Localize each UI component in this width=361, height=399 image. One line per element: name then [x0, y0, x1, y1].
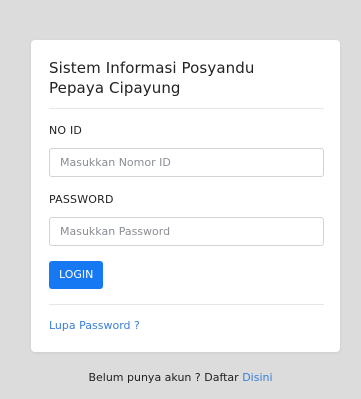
noid-input[interactable]: [49, 148, 324, 177]
login-card: Sistem Informasi Posyandu Pepaya Cipayun…: [31, 40, 340, 352]
register-text: Belum punya akun ? Daftar: [88, 371, 239, 384]
register-link[interactable]: Disini: [242, 371, 272, 384]
register-prompt: Belum punya akun ? Daftar Disini: [0, 371, 361, 385]
noid-label: NO ID: [49, 124, 83, 137]
card-title: Sistem Informasi Posyandu Pepaya Cipayun…: [49, 58, 319, 98]
password-label: PASSWORD: [49, 193, 114, 206]
title-divider: [49, 108, 324, 109]
card-title-line1: Sistem Informasi Posyandu: [49, 59, 255, 77]
footer-divider: [49, 304, 324, 305]
login-button[interactable]: LOGIN: [49, 261, 104, 289]
forgot-password-link[interactable]: Lupa Password ?: [49, 319, 140, 333]
card-title-line2: Pepaya Cipayung: [49, 79, 181, 97]
password-input[interactable]: [49, 217, 324, 246]
